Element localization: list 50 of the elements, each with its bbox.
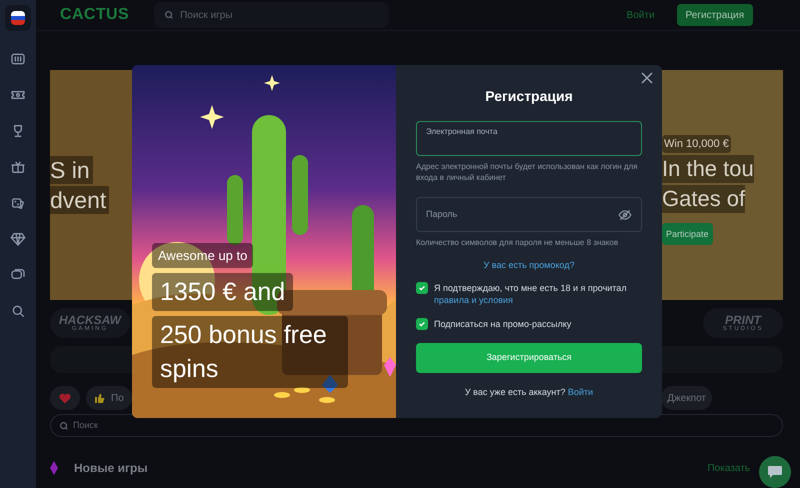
chat-button[interactable] (759, 456, 791, 488)
checkbox[interactable] (416, 282, 428, 294)
search-icon (164, 10, 174, 20)
chat-bubble-icon (767, 465, 783, 479)
search-icon[interactable] (10, 303, 26, 319)
search-icon (59, 420, 69, 430)
close-icon[interactable] (640, 71, 654, 85)
login-link[interactable]: Войти (568, 386, 594, 396)
login-prompt: У вас уже есть аккаунт? Войти (464, 386, 594, 399)
checkmark-icon (418, 284, 426, 292)
logo[interactable]: CACTUS (60, 3, 130, 27)
login-link[interactable]: Войти (626, 8, 655, 22)
favorites-chip[interactable] (50, 386, 80, 410)
section-title: Новые игры (74, 460, 148, 477)
consent-text: Подписаться на промо-рассылку (434, 318, 572, 330)
terms-link[interactable]: правила и условия (434, 294, 513, 304)
banner-text: In the tou (662, 155, 754, 184)
jackpot-chip[interactable]: Джекпот (661, 386, 712, 410)
diamond-icon[interactable] (10, 231, 26, 247)
banner-tag: Win 10,000 € (662, 134, 731, 154)
email-hint: Адрес электронной почты будет использован как логин для входа в личный кабинет (416, 161, 639, 183)
eye-off-icon[interactable] (618, 208, 632, 222)
banner-text: dvent (50, 186, 110, 214)
language-flag-icon[interactable] (5, 5, 31, 31)
heart-icon (59, 392, 71, 404)
register-button[interactable]: Регистрация (676, 4, 753, 26)
participate-button[interactable]: Participate (662, 223, 713, 246)
search-field[interactable]: Поиск игры (154, 2, 390, 28)
thumbs-up-icon (94, 392, 106, 404)
promo-text: 1350 € and (152, 273, 294, 311)
promo-banner[interactable]: Win 10,000 € In the tou Gates of Participate (662, 70, 783, 300)
lightning-icon (50, 461, 58, 475)
consent-text: Я подтверждаю, что мне есть 18 и я прочитал правила и условия (434, 282, 627, 306)
checkmark-icon (418, 320, 426, 328)
register-submit-button[interactable]: Зарегистрироваться (416, 342, 642, 372)
slot-machine-icon[interactable] (10, 51, 26, 67)
show-all-link[interactable]: Показать (707, 460, 750, 476)
password-field[interactable]: Пароль (416, 197, 642, 232)
promo-text: 250 bonus free spins (152, 316, 348, 388)
dialog-title: Регистрация (484, 87, 574, 106)
password-hint: Количество символов для пароля не меньше 8 знаков (416, 237, 620, 249)
gift-icon[interactable] (10, 159, 26, 175)
checkbox[interactable] (416, 318, 428, 330)
email-field[interactable]: Электронная почта (416, 121, 642, 156)
promo-code-link[interactable]: У вас есть промокод? (484, 259, 574, 272)
promo-text: Awesome up to (152, 242, 254, 268)
popular-chip[interactable]: По (86, 386, 132, 410)
promo-banner[interactable]: S in dvent (50, 70, 132, 300)
banner-text: Gates of (662, 185, 746, 214)
banner-text: S in (50, 156, 93, 184)
